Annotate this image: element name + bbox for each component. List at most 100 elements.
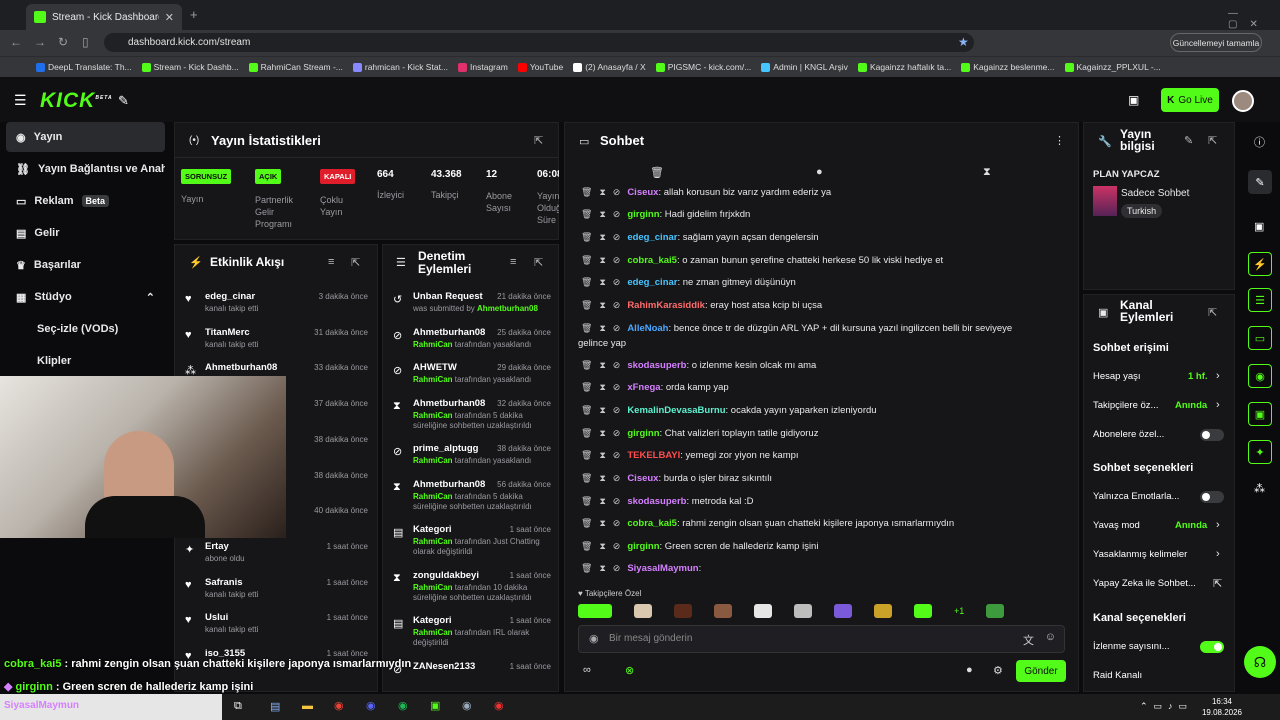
- ban-icon[interactable]: ⊘: [613, 518, 621, 528]
- ban-icon[interactable]: ⊘: [613, 428, 621, 438]
- emote-icon[interactable]: [794, 604, 812, 618]
- chevron-right-icon[interactable]: ›: [1216, 399, 1220, 411]
- bookmark-item[interactable]: Stream - Kick Dashb...: [141, 62, 239, 72]
- ai-chat-row[interactable]: Yapay Zeka ile Sohbet...: [1093, 578, 1223, 589]
- emotes-only-toggle[interactable]: [1200, 491, 1224, 503]
- hourglass-icon[interactable]: ⧗: [599, 450, 605, 460]
- view-count-toggle[interactable]: [1200, 641, 1224, 653]
- hourglass-icon[interactable]: ⧗: [599, 563, 605, 573]
- trash-icon[interactable]: 🗑: [581, 255, 592, 265]
- infinity-icon[interactable]: ∞: [583, 664, 591, 676]
- activity-username[interactable]: Uslui: [205, 612, 228, 623]
- ban-icon[interactable]: ⊘: [613, 277, 621, 287]
- hourglass-icon[interactable]: ⧗: [599, 255, 605, 265]
- gear-icon[interactable]: ⚙: [993, 664, 1003, 677]
- bookmark-item[interactable]: Admin | KNGL Arşiv: [761, 62, 848, 72]
- emote-icon[interactable]: [874, 604, 892, 618]
- ban-icon[interactable]: ⊘: [613, 209, 621, 219]
- bookmark-item[interactable]: Instagram: [458, 62, 508, 72]
- trash-icon[interactable]: 🗑: [581, 277, 592, 287]
- hourglass-icon[interactable]: ⧗: [983, 166, 991, 179]
- hourglass-icon[interactable]: ⧗: [599, 277, 605, 287]
- sidebar-item-reklam[interactable]: ▭ Reklam Beta: [6, 186, 165, 216]
- chevron-right-icon[interactable]: ›: [1216, 370, 1220, 382]
- ban-icon[interactable]: ⊘: [613, 541, 621, 551]
- external-link-icon[interactable]: ⇱: [1213, 577, 1222, 590]
- trash-icon[interactable]: 🗑: [581, 382, 592, 392]
- trash-icon[interactable]: 🗑: [581, 541, 592, 551]
- more-options-icon[interactable]: ⋮: [1054, 134, 1065, 147]
- sidebar-item-klipler[interactable]: Klipler: [6, 346, 165, 376]
- trash-icon[interactable]: 🗑: [581, 473, 592, 483]
- tray-icons[interactable]: ⌃▭♪▭: [1140, 701, 1193, 712]
- kick-k-icon[interactable]: ⊗: [625, 664, 634, 677]
- raid-channel-row[interactable]: Raid Kanalı: [1093, 670, 1223, 681]
- bookmark-item[interactable]: Kagainzz beslenme...: [961, 62, 1055, 72]
- chrome-icon[interactable]: ◉: [334, 699, 344, 712]
- chat-bubble-icon[interactable]: ●: [966, 664, 973, 676]
- banned-words-row[interactable]: Yasaklanmış kelimeler: [1093, 549, 1223, 560]
- moderation-target[interactable]: ZANesen2133: [413, 661, 475, 672]
- hourglass-icon[interactable]: ⧗: [599, 232, 605, 242]
- edit-icon[interactable]: ✎: [1184, 134, 1193, 147]
- ban-icon[interactable]: ⊘: [613, 187, 621, 197]
- chat-username[interactable]: AlleNoah: [627, 323, 668, 334]
- trash-icon[interactable]: 🗑: [581, 496, 592, 506]
- emote-picker-icon[interactable]: ◉: [589, 632, 599, 645]
- app-icon[interactable]: ▤: [270, 700, 280, 713]
- chat-username[interactable]: cobra_kai5: [627, 518, 677, 529]
- ban-icon[interactable]: ⊘: [613, 360, 621, 370]
- chat-username[interactable]: edeg_cinar: [627, 277, 677, 288]
- chat-username[interactable]: Ciseux: [627, 473, 658, 484]
- chat-username[interactable]: SiyasalMaymun: [627, 563, 698, 574]
- chat-username[interactable]: TEKELBAYI: [627, 450, 680, 461]
- trash-icon[interactable]: 🗑: [581, 360, 592, 370]
- sidebar-item-stream-key[interactable]: ⛓ Yayın Bağlantısı ve Anahtar: [6, 154, 165, 184]
- sidebar-item-vods[interactable]: Seç-izle (VODs): [6, 314, 165, 344]
- moderation-target[interactable]: Ahmetburhan08: [413, 398, 485, 409]
- ban-icon[interactable]: ⊘: [613, 473, 621, 483]
- info-icon[interactable]: ⓘ: [1254, 134, 1265, 150]
- lightning-icon[interactable]: ⚡: [1248, 252, 1272, 276]
- theater-icon[interactable]: ▣: [1254, 220, 1264, 233]
- moderation-target[interactable]: Kategori: [413, 524, 452, 535]
- close-tab-icon[interactable]: ✕: [165, 11, 174, 24]
- back-icon[interactable]: ←: [10, 35, 22, 49]
- reload-icon[interactable]: ↻: [58, 35, 68, 49]
- hourglass-icon[interactable]: ⧗: [599, 209, 605, 219]
- popout-icon[interactable]: ⇱: [534, 134, 543, 147]
- bookmark-item[interactable]: YouTube: [517, 62, 563, 72]
- ban-icon[interactable]: ⊘: [613, 450, 621, 460]
- clock[interactable]: 16:34 19.08.2026: [1200, 696, 1244, 718]
- new-tab-icon[interactable]: +: [190, 7, 198, 22]
- hourglass-icon[interactable]: ⧗: [599, 323, 605, 333]
- ban-icon[interactable]: ⊘: [613, 323, 621, 333]
- forward-icon[interactable]: →: [34, 35, 46, 49]
- bookmark-item[interactable]: Kagainzz_PPLXUL -...: [1064, 62, 1161, 72]
- followers-only-row[interactable]: Takipçilere öz...: [1093, 400, 1173, 411]
- emote-icon[interactable]: [834, 604, 852, 618]
- translate-icon[interactable]: 文: [1023, 632, 1034, 648]
- sidebar-item-studyo[interactable]: ▦ Stüdyo ⌃: [6, 282, 165, 312]
- emoji-icon[interactable]: ☺: [1045, 631, 1056, 643]
- trash-icon[interactable]: 🗑: [581, 232, 592, 242]
- bookmark-item[interactable]: (2) Anasayfa / X: [573, 62, 646, 72]
- activity-username[interactable]: Safranis: [205, 577, 243, 588]
- popout-icon[interactable]: ⇱: [351, 256, 360, 269]
- emote-icon[interactable]: [754, 604, 772, 618]
- activity-username[interactable]: Ertay: [205, 541, 229, 552]
- menu-icon[interactable]: ☰: [14, 92, 27, 109]
- wrench-icon[interactable]: ✦: [1248, 440, 1272, 464]
- broadcast-icon[interactable]: ◉: [1248, 364, 1272, 388]
- hourglass-icon[interactable]: ⧗: [599, 541, 605, 551]
- chat-username[interactable]: cobra_kai5: [627, 255, 677, 266]
- sidebar-item-gelir[interactable]: ▤ Gelir: [6, 218, 165, 248]
- chat-username[interactable]: girginn: [627, 428, 659, 439]
- task-view-icon[interactable]: ⧉: [234, 700, 242, 713]
- moderation-target[interactable]: Ahmetburhan08: [413, 479, 485, 490]
- chat-username[interactable]: skodasuperb: [627, 360, 686, 371]
- popout-icon[interactable]: ⇱: [534, 256, 543, 269]
- hourglass-icon[interactable]: ⧗: [599, 382, 605, 392]
- emote-icon[interactable]: [674, 604, 692, 618]
- moderation-target[interactable]: zonguldakbeyi: [413, 570, 479, 581]
